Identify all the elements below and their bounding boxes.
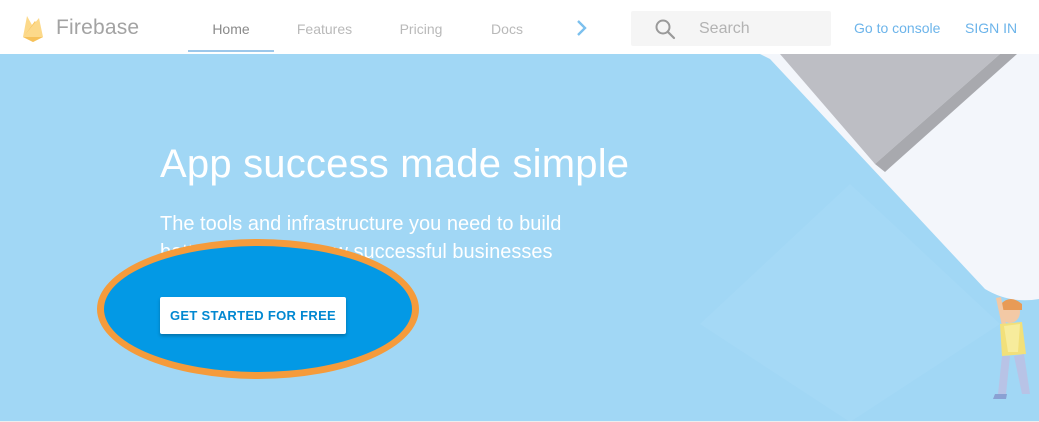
tab-home[interactable]: Home [188,0,274,52]
search-icon [655,19,676,39]
top-navigation-bar: Firebase Home Features Pricing Docs Go t… [0,0,1039,54]
brand-name: Firebase [56,16,140,39]
hero-section: App success made simple The tools and in… [0,54,1039,422]
tab-docs[interactable]: Docs [476,0,538,52]
get-started-button[interactable]: GET STARTED FOR FREE [160,297,346,334]
hero-title: App success made simple [160,142,630,186]
firebase-logo[interactable]: Firebase [20,12,139,44]
person-illustration [993,297,1030,399]
nav-more-button[interactable] [568,14,596,42]
search-input[interactable] [699,19,819,38]
tab-features[interactable]: Features [283,0,366,52]
search-box[interactable] [631,11,831,46]
tab-pricing[interactable]: Pricing [381,0,461,52]
sign-in-link[interactable]: SIGN IN [965,20,1017,36]
go-to-console-link[interactable]: Go to console [854,20,940,36]
firebase-flame-icon [23,16,43,42]
chevron-right-icon [577,20,587,36]
